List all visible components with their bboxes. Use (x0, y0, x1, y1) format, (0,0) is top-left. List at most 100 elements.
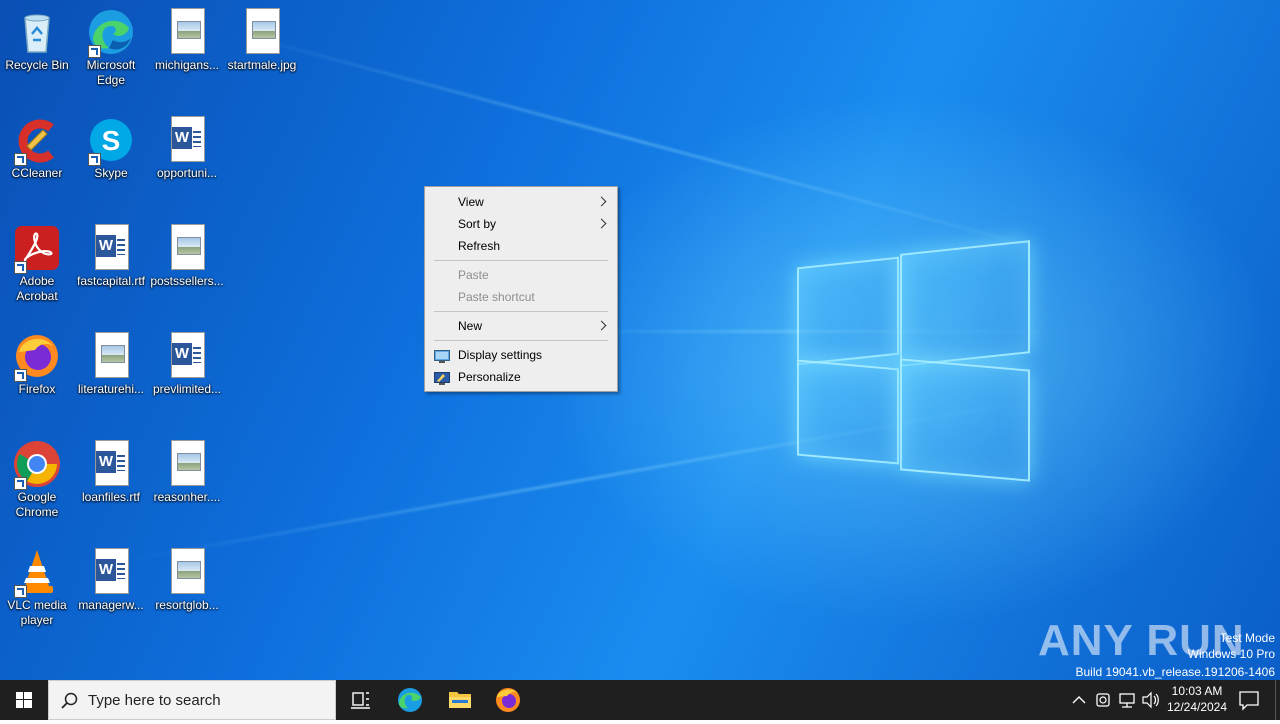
desktop-icon-google-chrome[interactable]: Google Chrome (0, 440, 74, 520)
start-button[interactable] (0, 680, 48, 720)
desktop-icon-reasonher[interactable]: reasonher.... (150, 440, 224, 505)
ccleaner-icon (13, 116, 61, 166)
acrobat-icon (13, 224, 61, 274)
show-desktop-button[interactable] (1275, 680, 1280, 720)
menu-item-label: View (458, 195, 484, 209)
menu-item-sort-by[interactable]: Sort by (425, 213, 617, 235)
menu-item-display-settings[interactable]: Display settings (425, 344, 617, 366)
notification-icon (1239, 691, 1259, 711)
desktop-icon-label: Skype (94, 166, 128, 180)
menu-item-label: Paste (458, 268, 489, 282)
chevron-right-icon (596, 196, 607, 207)
search-placeholder: Type here to search (88, 692, 221, 709)
image-file-icon (163, 224, 211, 272)
menu-item-label: Refresh (458, 239, 501, 253)
menu-item-label: Sort by (458, 217, 497, 231)
taskbar-edge-button[interactable] (386, 680, 434, 720)
desktop-icon-label: managerw... (78, 598, 144, 612)
desktop-icon-label: postssellers... (150, 274, 224, 288)
show-hidden-icons-button[interactable] (1068, 680, 1090, 720)
taskbar-clock[interactable]: 10:03 AM 12/24/2024 (1162, 680, 1232, 720)
tray-network-button[interactable] (1116, 680, 1138, 720)
test-mode-text: Test Mode (1219, 631, 1275, 645)
network-icon (1119, 693, 1135, 708)
menu-separator (434, 311, 608, 312)
desktop-icon-literaturehi[interactable]: literaturehi... (74, 332, 148, 397)
menu-item-view[interactable]: View (425, 191, 617, 213)
menu-item-label: New (458, 319, 483, 333)
image-file-icon (87, 332, 135, 380)
desktop-icon-loanfiles[interactable]: W loanfiles.rtf (74, 440, 148, 505)
menu-item-new[interactable]: New (425, 315, 617, 337)
tray-volume-button[interactable] (1140, 680, 1162, 720)
desktop-icon-startmale[interactable]: startmale.jpg (225, 8, 299, 73)
action-center-button[interactable] (1234, 680, 1264, 720)
desktop-icon-label: reasonher.... (153, 490, 221, 504)
image-file-icon (163, 440, 211, 488)
desktop-icon-label: Google Chrome (15, 490, 59, 519)
menu-item-paste[interactable]: Paste (425, 264, 617, 286)
desktop-icon-skype[interactable]: S Skype (74, 116, 148, 181)
build-text: Build 19041.vb_release.191206-1406 (1075, 665, 1276, 679)
desktop-icon-michigans[interactable]: michigans... (150, 8, 224, 73)
desktop-icon-opportuni[interactable]: W opportuni... (150, 116, 224, 181)
speaker-icon (1142, 691, 1159, 709)
desktop-context-menu: View Sort by Refresh Paste Paste shortcu… (424, 186, 618, 392)
folder-icon (449, 692, 471, 708)
clock-time: 10:03 AM (1171, 684, 1223, 698)
desktop-icon-adobe-acrobat[interactable]: Adobe Acrobat (0, 224, 74, 304)
menu-separator (434, 260, 608, 261)
chevron-right-icon (596, 218, 607, 229)
desktop-icon-label: literaturehi... (77, 382, 145, 396)
meet-now-icon (1096, 693, 1110, 707)
desktop[interactable]: Recycle Bin CCleaner Adobe Acrobat Firef… (0, 0, 1280, 680)
firefox-icon (13, 332, 61, 382)
desktop-icon-recycle-bin[interactable]: Recycle Bin (0, 8, 74, 73)
edge-icon (398, 688, 422, 712)
chevron-right-icon (596, 320, 607, 331)
skype-icon: S (87, 116, 135, 166)
desktop-icon-label: Adobe Acrobat (16, 274, 58, 303)
menu-item-refresh[interactable]: Refresh (425, 235, 617, 257)
desktop-icon-label: michigans... (154, 58, 220, 72)
desktop-icon-label: opportuni... (156, 166, 218, 180)
desktop-icon-label: Recycle Bin (5, 58, 69, 72)
desktop-icon-resortglob[interactable]: resortglob... (150, 548, 224, 613)
taskbar-file-explorer-button[interactable] (436, 680, 484, 720)
task-view-button[interactable] (338, 680, 384, 720)
word-document-icon: W (163, 332, 211, 380)
desktop-icon-label: Microsoft Edge (86, 58, 136, 87)
word-document-icon: W (87, 440, 135, 488)
menu-item-label: Display settings (458, 348, 543, 362)
windows-edition-text: Windows 10 Pro (1187, 647, 1275, 661)
menu-item-personalize[interactable]: Personalize (425, 366, 617, 388)
word-document-icon: W (87, 224, 135, 272)
desktop-icon-label: prevlimited... (152, 382, 222, 396)
tray-meet-now-button[interactable] (1092, 680, 1114, 720)
image-file-icon (163, 8, 211, 56)
recycle-bin-icon (13, 8, 61, 56)
desktop-icon-vlc[interactable]: VLC media player (0, 548, 74, 628)
desktop-icon-postssellers[interactable]: postssellers... (150, 224, 224, 289)
task-view-icon (351, 692, 370, 709)
clock-date: 12/24/2024 (1166, 700, 1228, 714)
chrome-icon (13, 440, 61, 490)
windows-start-icon (16, 692, 32, 708)
taskbar-firefox-button[interactable] (484, 680, 532, 720)
menu-item-paste-shortcut[interactable]: Paste shortcut (425, 286, 617, 308)
menu-separator (434, 340, 608, 341)
vlc-icon (13, 548, 61, 598)
desktop-icon-label: VLC media player (7, 598, 67, 627)
desktop-icon-fastcapital[interactable]: W fastcapital.rtf (74, 224, 148, 289)
desktop-icon-firefox[interactable]: Firefox (0, 332, 74, 397)
desktop-icon-managerw[interactable]: W managerw... (74, 548, 148, 613)
desktop-icon-label: fastcapital.rtf (76, 274, 146, 288)
desktop-icon-microsoft-edge[interactable]: Microsoft Edge (74, 8, 148, 88)
desktop-icon-label: resortglob... (155, 598, 219, 612)
taskbar-search-box[interactable]: Type here to search (48, 680, 336, 720)
word-document-icon: W (87, 548, 135, 596)
firefox-icon (496, 688, 520, 712)
desktop-icon-prevlimited[interactable]: W prevlimited... (150, 332, 224, 397)
desktop-icon-ccleaner[interactable]: CCleaner (0, 116, 74, 181)
chevron-up-icon (1072, 696, 1086, 704)
